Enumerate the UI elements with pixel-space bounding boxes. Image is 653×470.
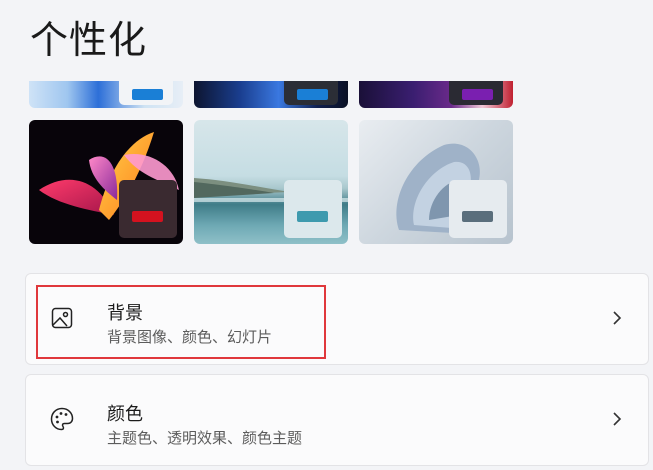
theme-swatch	[449, 180, 507, 238]
chevron-right-icon	[613, 412, 622, 426]
theme-accent-bar	[462, 89, 493, 100]
theme-swatch	[119, 180, 177, 238]
card-subtitle: 背景图像、颜色、幻灯片	[107, 328, 273, 346]
theme-tile-sunrise-lake[interactable]	[194, 120, 348, 244]
colors-settings-card[interactable]: 颜色 主题色、透明效果、颜色主题	[25, 374, 649, 466]
theme-tile-glow-purple[interactable]	[359, 81, 513, 108]
theme-accent-bar	[297, 211, 328, 222]
palette-icon	[48, 405, 76, 433]
theme-swatch	[284, 180, 342, 238]
theme-tile-captured-motion[interactable]	[29, 120, 183, 244]
chevron-right-icon	[613, 311, 622, 325]
theme-swatch	[119, 81, 173, 105]
theme-gallery	[0, 0, 653, 260]
background-settings-card[interactable]: 背景 背景图像、颜色、幻灯片	[25, 273, 649, 365]
picture-icon	[48, 304, 76, 332]
theme-tile-bloom-blue-dark[interactable]	[194, 81, 348, 108]
card-title: 颜色	[107, 404, 143, 425]
theme-swatch	[284, 81, 338, 105]
theme-tile-flow[interactable]	[359, 120, 513, 244]
theme-accent-bar	[297, 89, 328, 100]
theme-accent-bar	[132, 89, 163, 100]
theme-accent-bar	[132, 211, 163, 222]
theme-swatch	[449, 81, 503, 105]
card-subtitle: 主题色、透明效果、颜色主题	[107, 429, 303, 447]
card-title: 背景	[107, 303, 143, 324]
theme-tile-bloom-blue-light[interactable]	[29, 81, 183, 108]
theme-accent-bar	[462, 211, 493, 222]
